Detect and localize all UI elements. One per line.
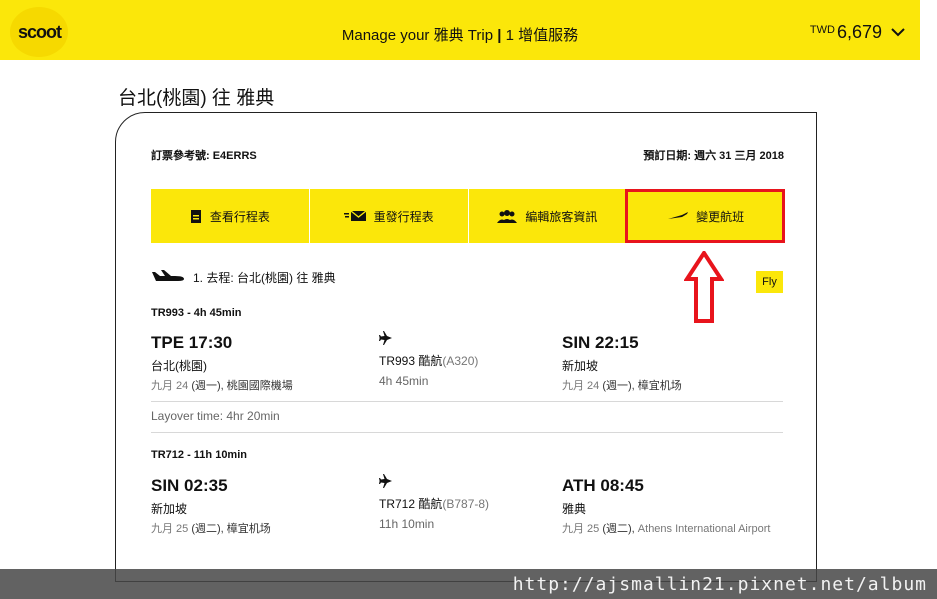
flight-number: TR993 酷航(A320) (379, 354, 479, 368)
resend-itinerary-label: 重發行程表 (373, 209, 434, 224)
segment-arrival: SIN 22:15 新加坡 九月 24 (週一), 樟宜机场 (562, 333, 682, 395)
arrival-city: 雅典 (562, 502, 587, 516)
segment-code: TR712 - 11h 10min (151, 449, 247, 461)
people-icon (497, 209, 518, 223)
booking-reference: 訂票參考號: E4ERRS (151, 150, 257, 162)
departing-plane-icon (151, 269, 185, 286)
departure-city: 台北(桃園) (151, 359, 207, 373)
manage-trip-title: Manage your 雅典 Trip | 1 增值服務 (341, 27, 579, 44)
email-icon (343, 211, 366, 221)
price-dropdown[interactable]: TWD 6,679 (810, 22, 906, 45)
outbound-label: 1. 去程: 台北(桃園) 往 雅典 (193, 271, 336, 285)
watermark-text: http://ajsmallin21.pixnet.net/album (512, 574, 927, 595)
red-up-arrow-icon (683, 249, 725, 325)
layover-time: Layover time: 4hr 20min (151, 409, 280, 423)
chevron-down-icon[interactable] (890, 24, 906, 45)
total-amount: 6,679 (836, 22, 882, 42)
flight-plane-icon (379, 331, 393, 349)
fly-fare-badge: Fly (756, 271, 783, 293)
flight-duration: 11h 10min (379, 517, 435, 531)
segment-departure: TPE 17:30 台北(桃園) 九月 24 (週一), 桃園國際機場 (151, 333, 293, 395)
segment-departure: SIN 02:35 新加坡 九月 25 (週二), 樟宜机场 (151, 476, 271, 538)
booking-date: 預訂日期: 週六 31 三月 2018 (643, 150, 784, 162)
top-header-bar: scoot Manage your 雅典 Trip | 1 增值服務 TWD 6… (0, 0, 920, 60)
outbound-heading: 1. 去程: 台北(桃園) 往 雅典 (151, 269, 336, 286)
view-itinerary-button[interactable]: 查看行程表 (151, 189, 310, 243)
edit-passenger-label: 編輯旅客資訊 (525, 209, 598, 224)
arrival-city: 新加坡 (562, 359, 599, 373)
route-title: 台北(桃園) 往 雅典 (118, 88, 275, 109)
arrival-time: ATH 08:45 (562, 476, 644, 495)
segment-arrival: ATH 08:45 雅典 九月 25 (週二), Athens Internat… (562, 476, 777, 538)
divider (151, 432, 783, 433)
departure-time: SIN 02:35 (151, 476, 228, 495)
segment-flight-info: TR993 酷航(A320) 4h 45min (379, 331, 478, 388)
segment-code: TR993 - 4h 45min (151, 307, 242, 319)
departure-date: 九月 24 (週一), 桃園國際機場 (151, 380, 293, 392)
currency-code: TWD (809, 24, 835, 36)
departure-city: 新加坡 (151, 502, 188, 516)
red-highlight-box (625, 189, 785, 243)
view-itinerary-label: 查看行程表 (209, 209, 270, 224)
edit-passenger-button[interactable]: 編輯旅客資訊 (468, 189, 628, 243)
divider (151, 401, 783, 402)
arrival-date: 九月 24 (週一), 樟宜机场 (562, 380, 682, 392)
departure-time: TPE 17:30 (151, 333, 233, 352)
resend-itinerary-button[interactable]: 重發行程表 (309, 189, 469, 243)
booking-card: 訂票參考號: E4ERRS 預訂日期: 週六 31 三月 2018 查看行程表 … (115, 112, 817, 582)
arrival-time: SIN 22:15 (562, 333, 639, 352)
flight-plane-icon (379, 474, 393, 492)
flight-number: TR712 酷航(B787-8) (379, 497, 490, 511)
departure-date: 九月 25 (週二), 樟宜机场 (151, 523, 271, 535)
document-icon (190, 209, 202, 223)
segment-flight-info: TR712 酷航(B787-8) 11h 10min (379, 474, 489, 531)
flight-duration: 4h 45min (379, 374, 429, 388)
arrival-date: 九月 25 (週二), Athens International Airport (562, 523, 771, 535)
